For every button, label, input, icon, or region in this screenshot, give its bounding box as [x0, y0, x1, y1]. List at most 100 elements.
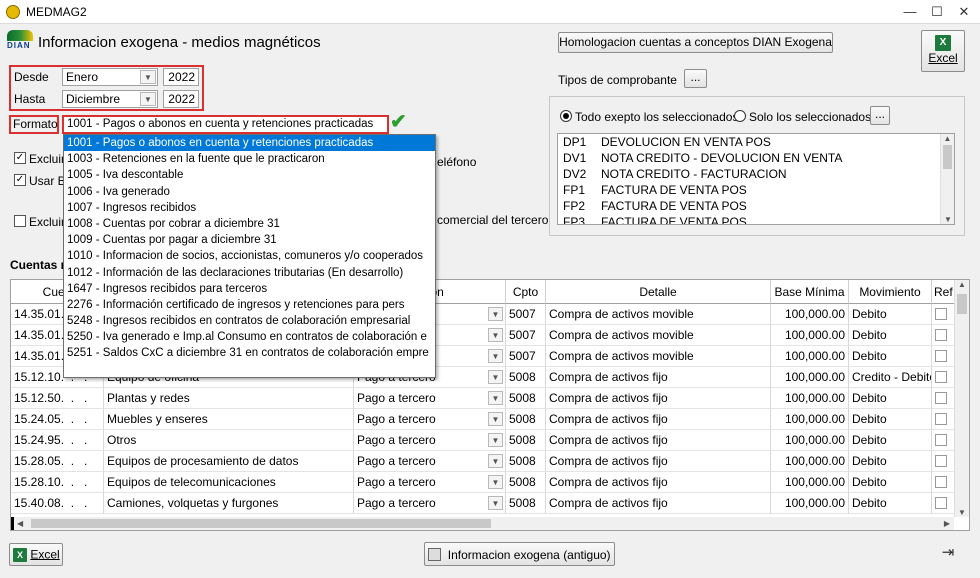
- cell-cpto-text: 5007: [509, 307, 536, 321]
- formato-option[interactable]: 1005 - Iva descontable: [64, 167, 435, 183]
- scroll-down-icon: ▼: [944, 215, 952, 224]
- formato-option[interactable]: 1012 - Información de las declaraciones …: [64, 265, 435, 281]
- ref-checkbox[interactable]: [935, 476, 947, 488]
- cell-cpto: 5008: [506, 493, 546, 514]
- cell-cpto: 5008: [506, 367, 546, 388]
- ref-checkbox[interactable]: [935, 455, 947, 467]
- cell-aplicacion[interactable]: Pago a tercero ▼: [354, 430, 506, 451]
- excel-export-button[interactable]: X Excel: [921, 30, 965, 72]
- radio-todo[interactable]: [560, 110, 572, 122]
- cell-aplicacion-text: Pago a tercero: [357, 496, 436, 510]
- footer-excel-button[interactable]: X Excel: [9, 543, 63, 566]
- cell-movimiento: Debito: [849, 493, 932, 514]
- cell-base: 100,000.00: [771, 472, 849, 493]
- formato-option[interactable]: 1003 - Retenciones en la fuente que le p…: [64, 151, 435, 167]
- cell-base: 100,000.00: [771, 325, 849, 346]
- close-button[interactable]: ✕: [951, 3, 977, 21]
- cell-cpto: 5008: [506, 409, 546, 430]
- tipos-scrollbar[interactable]: ▲ ▼: [940, 134, 954, 224]
- chevron-down-icon: ▼: [488, 475, 503, 489]
- cuenta-mask: . .: [64, 475, 88, 489]
- ref-checkbox[interactable]: [935, 350, 947, 362]
- cell-aplicacion[interactable]: Pago a tercero ▼: [354, 409, 506, 430]
- ref-checkbox[interactable]: [935, 497, 947, 509]
- scroll-thumb[interactable]: [943, 145, 952, 169]
- maximize-button[interactable]: ☐: [924, 3, 950, 21]
- cell-cuenta: 15.40.08. . .: [11, 493, 104, 514]
- cell-ref: [932, 388, 955, 409]
- formato-option[interactable]: 5248 - Ingresos recibidos en contratos d…: [64, 313, 435, 329]
- tipos-code: DV1: [563, 151, 587, 165]
- ref-checkbox[interactable]: [935, 371, 947, 383]
- cell-detalle-text: Compra de activos fijo: [549, 475, 668, 489]
- tipos-list-item[interactable]: DP1 DEVOLUCION EN VENTA POS: [558, 134, 954, 150]
- homologacion-button[interactable]: Homologacion cuentas a conceptos DIAN Ex…: [558, 32, 833, 53]
- excluir-checkbox-2[interactable]: [14, 215, 26, 227]
- tipos-list-item[interactable]: DV2 NOTA CREDITO - FACTURACION: [558, 166, 954, 182]
- cell-cuenta: 15.28.05. . .: [11, 451, 104, 472]
- cell-base: 100,000.00: [771, 493, 849, 514]
- formato-option[interactable]: 1009 - Cuentas por pagar a diciembre 31: [64, 232, 435, 248]
- formato-option[interactable]: 5250 - Iva generado e Imp.al Consumo en …: [64, 329, 435, 345]
- exit-icon[interactable]: ⇥: [938, 544, 958, 562]
- col-header-cpto[interactable]: Cpto: [506, 280, 546, 304]
- desde-year-field[interactable]: 2022: [163, 68, 199, 86]
- formato-option[interactable]: 1006 - Iva generado: [64, 184, 435, 200]
- cuenta-mask: . .: [64, 433, 88, 447]
- cell-aplicacion-text: Pago a tercero: [357, 391, 436, 405]
- col-header-ref[interactable]: Ref: [932, 280, 955, 304]
- formato-option[interactable]: 5251 - Saldos CxC a diciembre 31 en cont…: [64, 345, 435, 361]
- tipos-list-item[interactable]: DV1 NOTA CREDITO - DEVOLUCION EN VENTA: [558, 150, 954, 166]
- tipos-name: FACTURA DE VENTA POS: [601, 183, 747, 197]
- cell-aplicacion[interactable]: Pago a tercero ▼: [354, 493, 506, 514]
- formato-option[interactable]: 1007 - Ingresos recibidos: [64, 200, 435, 216]
- cell-ref: [932, 430, 955, 451]
- exogena-antiguo-button[interactable]: Informacion exogena (antiguo): [424, 542, 615, 566]
- cell-cpto-text: 5008: [509, 454, 536, 468]
- cell-cpto: 5008: [506, 430, 546, 451]
- cell-base-text: 100,000.00: [784, 328, 845, 342]
- tipos-comprobante-list[interactable]: DP1 DEVOLUCION EN VENTA POS DV1 NOTA CREDIT…: [557, 133, 955, 225]
- formato-option[interactable]: 2276 - Información certificado de ingres…: [64, 297, 435, 313]
- hasta-month-select[interactable]: Diciembre ▼: [62, 90, 158, 108]
- radio-solo[interactable]: [734, 110, 746, 122]
- cell-aplicacion[interactable]: Pago a tercero ▼: [354, 472, 506, 493]
- tipos-list-item[interactable]: FP1 FACTURA DE VENTA POS: [558, 182, 954, 198]
- col-header-detalle[interactable]: Detalle: [546, 280, 771, 304]
- cell-detalle: Compra de activos fijo: [546, 493, 771, 514]
- grid-horizontal-scrollbar[interactable]: ◀ ▶: [11, 517, 954, 530]
- cell-movimiento: Debito: [849, 451, 932, 472]
- desde-month-select[interactable]: Enero ▼: [62, 68, 158, 86]
- formato-dropdown-list[interactable]: 1001 - Pagos o abonos en cuenta y retenc…: [63, 134, 436, 378]
- hasta-month-value: Diciembre: [66, 92, 121, 106]
- ref-checkbox[interactable]: [935, 308, 947, 320]
- ref-checkbox[interactable]: [935, 434, 947, 446]
- ref-checkbox[interactable]: [935, 392, 947, 404]
- cell-movimiento-text: Debito: [852, 391, 887, 405]
- grid-vertical-scrollbar[interactable]: ▲ ▼: [954, 280, 969, 517]
- tipos-list-item[interactable]: FP2 FACTURA DE VENTA POS: [558, 198, 954, 214]
- col-header-movimiento[interactable]: Movimiento: [849, 280, 932, 304]
- cell-aplicacion[interactable]: Pago a tercero ▼: [354, 388, 506, 409]
- tipos-dots-button[interactable]: ...: [684, 69, 707, 88]
- tipos-list-item[interactable]: FP3 FACTURA DE VENTA POS: [558, 214, 954, 224]
- minimize-button[interactable]: —: [897, 3, 923, 21]
- formato-option[interactable]: 1008 - Cuentas por cobrar a diciembre 31: [64, 216, 435, 232]
- tipos-dots-button-2[interactable]: ...: [870, 106, 890, 125]
- tipos-name: NOTA CREDITO - DEVOLUCION EN VENTA: [601, 151, 843, 165]
- excluir-checkbox-1[interactable]: ✓: [14, 152, 26, 164]
- scroll-thumb[interactable]: [31, 519, 491, 528]
- usar-b-checkbox[interactable]: ✓: [14, 174, 26, 186]
- formato-option[interactable]: 1647 - Ingresos recibidos para terceros: [64, 281, 435, 297]
- formato-select[interactable]: 1001 - Pagos o abonos en cuenta y retenc…: [62, 115, 389, 134]
- cell-cuenta: 15.24.95. . .: [11, 430, 104, 451]
- col-header-base[interactable]: Base Mínima: [771, 280, 849, 304]
- radio-todo-label: Todo exepto los seleccionados: [575, 110, 739, 124]
- formato-option[interactable]: 1001 - Pagos o abonos en cuenta y retenc…: [64, 135, 435, 152]
- ref-checkbox[interactable]: [935, 413, 947, 425]
- cell-aplicacion[interactable]: Pago a tercero ▼: [354, 451, 506, 472]
- hasta-year-field[interactable]: 2022: [163, 90, 199, 108]
- formato-option[interactable]: 1010 - Informacion de socios, accionista…: [64, 248, 435, 264]
- ref-checkbox[interactable]: [935, 329, 947, 341]
- scroll-thumb[interactable]: [957, 294, 967, 314]
